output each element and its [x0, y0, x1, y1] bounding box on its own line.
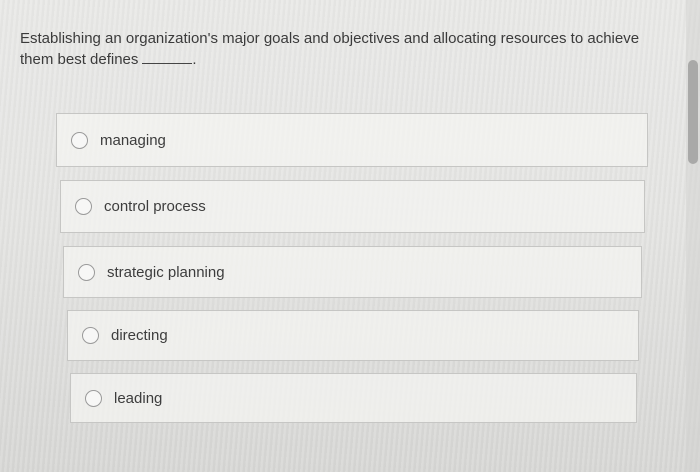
- radio-button-icon[interactable]: [85, 389, 102, 407]
- answer-option-label: control process: [104, 198, 206, 215]
- radio-button-icon[interactable]: [71, 131, 88, 149]
- answer-option-label: leading: [114, 389, 163, 407]
- answer-blank: [142, 51, 193, 64]
- answer-option-control-process[interactable]: control process: [60, 180, 645, 233]
- answer-option-leading[interactable]: leading: [70, 373, 637, 423]
- scrollbar-thumb[interactable]: [688, 60, 698, 164]
- answer-option-label: strategic planning: [107, 263, 225, 281]
- question-text-block: Establishing an organization's major goa…: [20, 28, 660, 70]
- answer-option-strategic-planning[interactable]: strategic planning: [63, 246, 642, 298]
- question-trailing-punctuation: .: [192, 51, 197, 68]
- answer-option-directing[interactable]: directing: [67, 310, 639, 361]
- answer-option-label: managing: [100, 131, 166, 149]
- radio-button-icon[interactable]: [78, 263, 95, 281]
- answer-option-label: directing: [111, 327, 168, 344]
- vertical-scrollbar[interactable]: [686, 0, 700, 472]
- radio-button-icon[interactable]: [75, 198, 92, 215]
- question-prompt: Establishing an organization's major goa…: [20, 30, 640, 68]
- radio-button-icon[interactable]: [82, 327, 99, 344]
- answer-option-managing[interactable]: managing: [56, 113, 648, 167]
